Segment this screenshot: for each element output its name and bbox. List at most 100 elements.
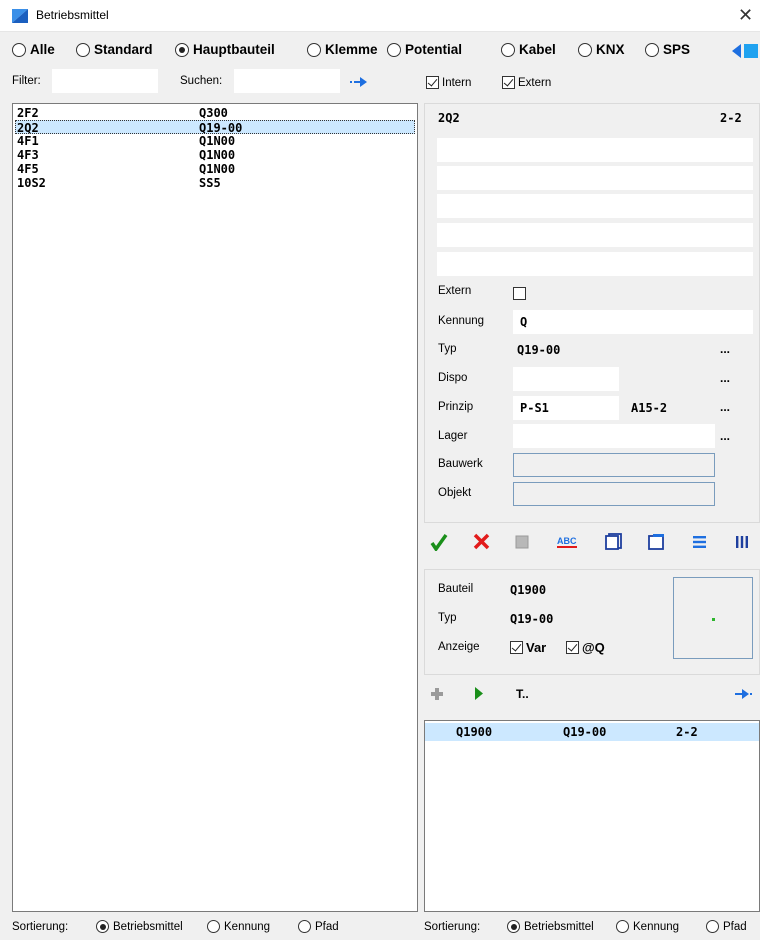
extern-field-checkbox[interactable]: [513, 287, 526, 301]
radio-potential[interactable]: Potential: [387, 42, 462, 57]
q-toggle[interactable]: @Q: [566, 640, 605, 655]
description-line-4[interactable]: [437, 223, 753, 247]
typ-more-button[interactable]: ...: [720, 342, 730, 356]
extern-checkbox[interactable]: [502, 76, 515, 89]
list-item[interactable]: 2F2 Q300: [15, 106, 415, 120]
list-item-value: Q1N00: [199, 162, 236, 176]
list-item-selected[interactable]: 2Q2 Q19-00: [15, 120, 415, 135]
add-icon[interactable]: [431, 688, 443, 700]
list-item[interactable]: 4F5 Q1N00: [15, 162, 415, 176]
description-line-3[interactable]: [437, 194, 753, 218]
description-line-1[interactable]: [437, 138, 753, 162]
radio-circle[interactable]: [706, 920, 719, 933]
radio-circle[interactable]: [578, 42, 592, 57]
column-view-icon[interactable]: [736, 536, 748, 548]
radio-circle[interactable]: [645, 42, 659, 57]
radio-label: KNX: [596, 42, 625, 57]
text-button[interactable]: T..: [516, 687, 529, 701]
dispo-label: Dispo: [438, 372, 468, 384]
close-icon[interactable]: ✕: [738, 5, 753, 25]
detail-page: 2-2: [720, 111, 742, 125]
sort-left-betriebsmittel[interactable]: Betriebsmittel: [96, 920, 183, 933]
dispo-more-button[interactable]: ...: [720, 371, 730, 385]
cross-icon[interactable]: [473, 533, 490, 550]
copy-window-icon[interactable]: [605, 533, 622, 550]
checkmark-icon[interactable]: [430, 533, 448, 551]
window-icon[interactable]: [648, 533, 665, 550]
apply-search-arrow-icon[interactable]: [350, 77, 368, 87]
prinzip-label: Prinzip: [438, 401, 474, 413]
extern-toggle[interactable]: Extern: [502, 76, 551, 89]
objekt-input[interactable]: [513, 482, 715, 506]
part-list-cell: Q1900: [456, 725, 493, 739]
var-label: Var: [526, 640, 547, 655]
radio-circle[interactable]: [507, 920, 520, 933]
sort-left-kennung[interactable]: Kennung: [207, 920, 270, 933]
intern-toggle[interactable]: Intern: [426, 76, 471, 89]
filter-input[interactable]: [52, 69, 158, 93]
extern-label: Extern: [518, 76, 552, 89]
radio-circle[interactable]: [12, 42, 26, 57]
list-item[interactable]: 4F3 Q1N00: [15, 148, 415, 162]
kennung-input[interactable]: Q: [513, 310, 753, 334]
radio-circle[interactable]: [175, 42, 189, 57]
list-item[interactable]: 10S2 SS5: [15, 176, 415, 190]
sort-label-left: Sortierung:: [12, 921, 69, 933]
app-icon: [12, 9, 28, 23]
radio-sps[interactable]: SPS: [645, 42, 690, 57]
equipment-list[interactable]: 2F2 Q300 2Q2 Q19-00 4F1 Q1N00 4F3 Q1N00 4F5 Q…: [12, 103, 418, 912]
table-row[interactable]: Q1900 Q19-00 2-2: [425, 723, 759, 741]
radio-label: Alle: [30, 42, 55, 57]
q-checkbox[interactable]: [566, 641, 579, 654]
objekt-label: Objekt: [438, 487, 472, 499]
sort-option-label: Betriebsmittel: [524, 920, 594, 933]
radio-circle[interactable]: [76, 42, 90, 57]
radio-alle[interactable]: Alle: [12, 42, 55, 57]
panel-toggle-icon[interactable]: [732, 44, 758, 58]
spellcheck-icon[interactable]: ABC: [557, 536, 577, 548]
prinzip-more-button[interactable]: ...: [720, 400, 730, 414]
radio-circle[interactable]: [387, 42, 401, 57]
search-input[interactable]: [234, 69, 340, 93]
sort-right-pfad[interactable]: Pfad: [706, 920, 747, 933]
radio-circle[interactable]: [307, 42, 321, 57]
radio-knx[interactable]: KNX: [578, 42, 625, 57]
description-line-5[interactable]: [437, 252, 753, 276]
radio-circle[interactable]: [96, 920, 109, 933]
bauwerk-input[interactable]: [513, 453, 715, 477]
part-list[interactable]: Q1900 Q19-00 2-2: [424, 720, 760, 912]
list-item-value: Q300: [199, 106, 228, 120]
lager-input[interactable]: [513, 424, 715, 448]
var-checkbox[interactable]: [510, 641, 523, 654]
play-icon[interactable]: [474, 687, 484, 700]
description-line-2[interactable]: [437, 166, 753, 190]
list-item[interactable]: 4F1 Q1N00: [15, 134, 415, 148]
prinzip-input[interactable]: P-S1: [513, 396, 619, 420]
radio-kabel[interactable]: Kabel: [501, 42, 556, 57]
list-item-name: 4F3: [17, 148, 39, 162]
sort-right-kennung[interactable]: Kennung: [616, 920, 679, 933]
list-item-value: SS5: [199, 176, 221, 190]
radio-circle[interactable]: [616, 920, 629, 933]
radio-circle[interactable]: [298, 920, 311, 933]
typ-label: Typ: [438, 343, 457, 355]
list-view-icon[interactable]: [693, 536, 706, 548]
radio-hauptbauteil[interactable]: Hauptbauteil: [175, 42, 275, 57]
var-toggle[interactable]: Var: [510, 640, 546, 655]
radio-klemme[interactable]: Klemme: [307, 42, 378, 57]
part-typ-value: Q19-00: [510, 612, 554, 626]
stop-icon[interactable]: [515, 535, 529, 549]
intern-checkbox[interactable]: [426, 76, 439, 89]
radio-label: Hauptbauteil: [193, 42, 275, 57]
symbol-preview[interactable]: [673, 577, 753, 659]
radio-circle[interactable]: [207, 920, 220, 933]
sort-right-betriebsmittel[interactable]: Betriebsmittel: [507, 920, 594, 933]
radio-standard[interactable]: Standard: [76, 42, 153, 57]
radio-label: Kabel: [519, 42, 556, 57]
lager-more-button[interactable]: ...: [720, 429, 730, 443]
sort-left-pfad[interactable]: Pfad: [298, 920, 339, 933]
radio-circle[interactable]: [501, 42, 515, 57]
dispo-input[interactable]: [513, 367, 619, 391]
goto-arrow-icon[interactable]: [735, 689, 753, 699]
radio-label: Potential: [405, 42, 463, 57]
